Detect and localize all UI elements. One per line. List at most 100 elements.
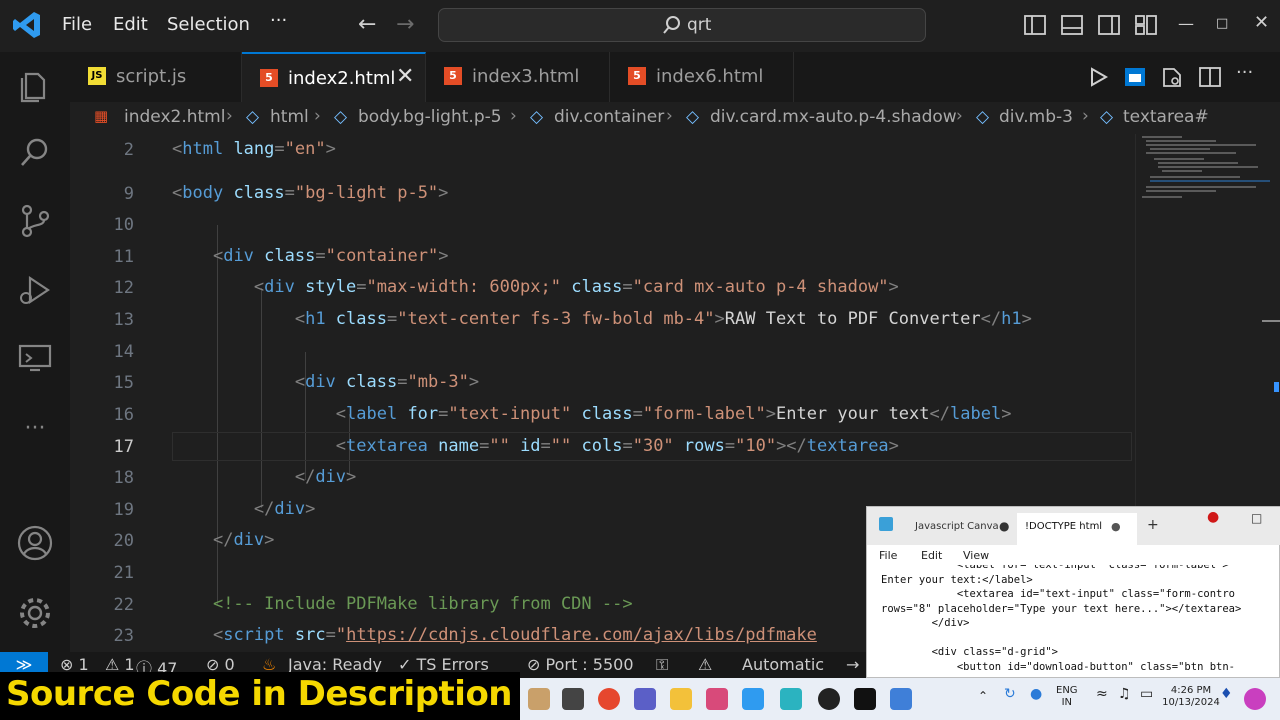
line-number: 12 <box>113 278 134 298</box>
notepad-line: </div> <box>881 617 970 629</box>
code-line[interactable]: 2 <html lang="en"> <box>70 134 1135 165</box>
screen-recorder-icon[interactable] <box>890 688 912 710</box>
line-number: 23 <box>113 626 134 646</box>
source-control-icon[interactable] <box>16 202 54 240</box>
line-number: 22 <box>113 595 134 615</box>
vscode-taskbar-icon[interactable] <box>742 688 764 710</box>
broadcast-off-icon[interactable]: ⚠ <box>698 655 712 674</box>
split-editor-icon[interactable] <box>1198 66 1222 88</box>
file-explorer-icon[interactable] <box>670 688 692 710</box>
notepad-menu-edit[interactable]: Edit <box>921 549 942 562</box>
customize-layout-icon[interactable] <box>1134 14 1158 36</box>
menu-edit[interactable]: Edit <box>113 14 148 35</box>
code-text: <script src="https://cdnjs.cloudflare.co… <box>212 625 817 645</box>
line-number: 10 <box>113 215 134 235</box>
maximize-icon[interactable]: □ <box>1251 511 1262 525</box>
code-line[interactable]: 10 <box>70 209 1135 240</box>
widgets-icon[interactable] <box>528 688 550 710</box>
notepad-window: Javascript Canva ● !DOCTYPE html ● + ● □… <box>866 506 1280 678</box>
command-search-box[interactable]: qrt <box>438 8 926 42</box>
toggle-secondary-sidebar-icon[interactable] <box>1097 14 1121 36</box>
forward-arrow-icon[interactable]: → <box>396 12 414 37</box>
clock[interactable]: 4:26 PM 10/13/2024 <box>1160 685 1222 709</box>
notepad-tab-1[interactable]: Javascript Canva <box>915 521 999 532</box>
code-text: </div> <box>253 499 316 519</box>
compare-changes-icon[interactable] <box>1160 66 1184 88</box>
arrow-right-icon[interactable]: → <box>846 655 859 674</box>
breadcrumb-container[interactable]: div.container <box>554 107 664 127</box>
notification-bell-icon[interactable]: ♦ <box>1220 687 1233 701</box>
chrome-icon[interactable] <box>598 688 620 710</box>
copilot-icon[interactable] <box>1244 688 1266 710</box>
notepad-tab-2[interactable]: !DOCTYPE html ● <box>1017 513 1137 545</box>
notepad-taskbar-icon[interactable] <box>780 688 802 710</box>
code-line[interactable]: 11 <div class="container"> <box>70 241 1135 272</box>
close-window-icon[interactable]: ✕ <box>1254 12 1269 33</box>
language-indicator[interactable]: ENG IN <box>1056 685 1078 709</box>
new-tab-icon[interactable]: + <box>1147 517 1159 533</box>
breadcrumb-body[interactable]: body.bg-light.p-5 <box>358 107 502 127</box>
run-debug-icon[interactable] <box>16 272 54 310</box>
sync-icon[interactable]: ↻ <box>1004 687 1016 701</box>
breadcrumb-mb3[interactable]: div.mb-3 <box>999 107 1073 127</box>
obs-icon[interactable] <box>818 688 840 710</box>
breadcrumb-file[interactable]: index2.html <box>124 107 225 127</box>
explorer-icon[interactable] <box>16 66 54 104</box>
line-number: 20 <box>113 531 134 551</box>
code-line[interactable]: 14 <box>70 336 1135 367</box>
code-line[interactable]: 16 <label for="text-input" class="form-l… <box>70 399 1135 430</box>
breadcrumb-textarea[interactable]: textarea# <box>1123 107 1209 127</box>
tab-index3-html[interactable]: 5 index3.html <box>426 52 610 102</box>
teams-icon[interactable] <box>634 688 656 710</box>
minimize-icon[interactable]: — <box>1178 14 1194 33</box>
line-number: 2 <box>123 140 134 160</box>
audio-app-icon[interactable] <box>854 688 876 710</box>
element-icon: ◇ <box>686 107 700 127</box>
line-number: 13 <box>113 310 134 330</box>
app-icon[interactable] <box>706 688 728 710</box>
code-line[interactable]: 17 <textarea name="" id="" cols="30" row… <box>70 431 1135 462</box>
tab-script-js[interactable]: JS script.js <box>70 52 242 102</box>
back-arrow-icon[interactable]: ← <box>358 12 376 37</box>
line-number: 17 <box>113 437 134 457</box>
notepad-menu-file[interactable]: File <box>879 549 897 562</box>
run-file-icon[interactable] <box>1086 66 1110 88</box>
tray-chevron-icon[interactable]: ⌃ <box>978 690 988 702</box>
notepad-text-area[interactable]: <label for="text-input" class="form-labe… <box>867 565 1280 679</box>
key-icon[interactable]: ⚿ <box>656 655 668 675</box>
open-preview-icon[interactable] <box>1123 66 1147 88</box>
battery-icon[interactable]: ▭ <box>1140 687 1153 701</box>
remote-explorer-icon[interactable] <box>16 340 54 378</box>
tab-index6-html[interactable]: 5 index6.html <box>610 52 794 102</box>
menu-file[interactable]: File <box>62 14 92 35</box>
code-line[interactable]: 9 <body class="bg-light p-5"> <box>70 178 1135 209</box>
search-view-icon[interactable] <box>16 134 54 172</box>
wifi-icon[interactable]: ≈ <box>1096 687 1108 701</box>
status-live-server-port[interactable]: ⊘ Port : 5500 <box>527 655 634 674</box>
mic-icon[interactable]: ● <box>1030 687 1042 701</box>
accounts-icon[interactable] <box>16 524 54 562</box>
toggle-primary-sidebar-icon[interactable] <box>1023 14 1047 36</box>
line-number: 21 <box>113 563 134 583</box>
code-line[interactable]: 15 <div class="mb-3"> <box>70 367 1135 398</box>
line-number: 11 <box>113 247 134 267</box>
volume-icon[interactable]: ♫ <box>1118 687 1131 701</box>
code-line[interactable]: 13 <h1 class="text-center fs-3 fw-bold m… <box>70 304 1135 335</box>
close-tab-icon[interactable]: ✕ <box>396 64 414 89</box>
more-views-icon[interactable]: ··· <box>16 410 54 448</box>
breadcrumb-html[interactable]: html <box>270 107 309 127</box>
settings-gear-icon[interactable] <box>16 594 54 632</box>
task-view-icon[interactable] <box>562 688 584 710</box>
editor-more-actions-icon[interactable]: ··· <box>1236 62 1260 84</box>
tab-index2-html[interactable]: 5 index2.html ✕ <box>242 52 426 102</box>
status-mode[interactable]: Automatic <box>742 655 824 674</box>
notepad-menu-view[interactable]: View <box>963 549 989 562</box>
maximize-icon[interactable]: □ <box>1216 16 1228 31</box>
toggle-panel-icon[interactable] <box>1060 14 1084 36</box>
code-line[interactable]: 18 </div> <box>70 462 1135 493</box>
menu-selection[interactable]: Selection <box>167 14 250 35</box>
breadcrumb-card[interactable]: div.card.mx-auto.p-4.shadow <box>710 107 957 127</box>
menu-more[interactable]: ··· <box>270 10 287 31</box>
code-text: <h1 class="text-center fs-3 fw-bold mb-4… <box>294 309 1032 329</box>
code-line[interactable]: 12 <div style="max-width: 600px;" class=… <box>70 272 1135 303</box>
